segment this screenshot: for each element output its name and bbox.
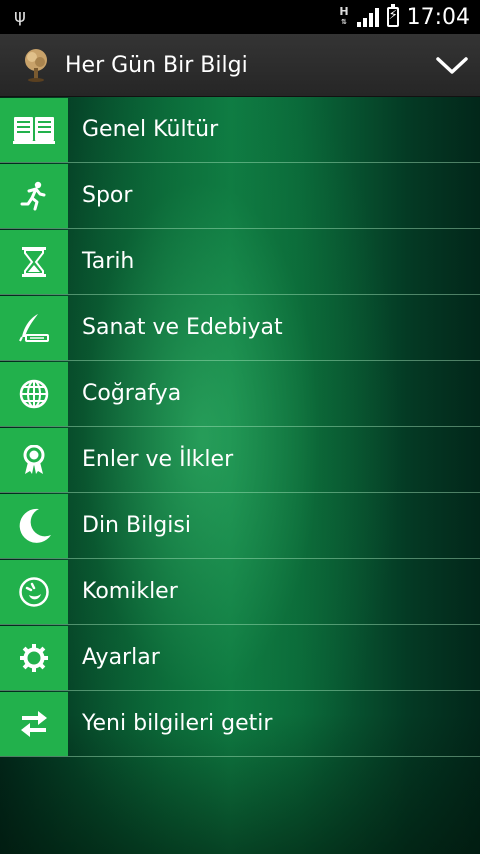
action-bar: Her Gün Bir Bilgi bbox=[0, 34, 480, 97]
menu-item-label: Yeni bilgileri getir bbox=[82, 711, 273, 736]
battery-icon: ⚡ bbox=[386, 4, 399, 27]
swap-arrows-icon bbox=[0, 691, 68, 756]
menu-item-din-bilgisi[interactable]: Din Bilgisi bbox=[0, 493, 480, 559]
menu-item-label: Spor bbox=[82, 183, 133, 208]
menu-item-enler-ve-ilkler[interactable]: Enler ve İlkler bbox=[0, 427, 480, 493]
gear-icon bbox=[0, 625, 68, 690]
tree-icon[interactable] bbox=[22, 48, 50, 82]
runner-icon bbox=[0, 163, 68, 228]
menu-item-ayarlar[interactable]: Ayarlar bbox=[0, 625, 480, 691]
clock: 17:04 bbox=[406, 4, 470, 30]
menu-item-label: Coğrafya bbox=[82, 381, 182, 406]
menu-item-yeni-bilgileri-getir[interactable]: Yeni bilgileri getir bbox=[0, 691, 480, 757]
menu-item-label: Komikler bbox=[82, 579, 178, 604]
quill-icon bbox=[0, 295, 68, 360]
signal-icon bbox=[356, 7, 379, 27]
hourglass-icon bbox=[0, 229, 68, 294]
menu-item-label: Ayarlar bbox=[82, 645, 160, 670]
menu-item-label: Tarih bbox=[82, 249, 135, 274]
menu-item-label: Genel Kültür bbox=[82, 117, 219, 142]
usb-icon: ψ bbox=[14, 6, 26, 27]
menu-item-genel-kultur[interactable]: Genel Kültür bbox=[0, 97, 480, 163]
status-bar: ψ H ⇅ ⚡ 17:04 bbox=[0, 0, 480, 34]
menu-item-cografya[interactable]: Coğrafya bbox=[0, 361, 480, 427]
award-icon bbox=[0, 427, 68, 492]
menu-item-sanat-ve-edebiyat[interactable]: Sanat ve Edebiyat bbox=[0, 295, 480, 361]
menu-item-label: Din Bilgisi bbox=[82, 513, 191, 538]
menu-item-label: Enler ve İlkler bbox=[82, 447, 234, 472]
menu-item-komikler[interactable]: Komikler bbox=[0, 559, 480, 625]
network-type-indicator: H ⇅ bbox=[339, 5, 349, 26]
app-title: Her Gün Bir Bilgi bbox=[65, 53, 248, 78]
menu-item-tarih[interactable]: Tarih bbox=[0, 229, 480, 295]
globe-icon bbox=[0, 361, 68, 426]
menu-item-spor[interactable]: Spor bbox=[0, 163, 480, 229]
category-menu: Genel Kültür Spor Tarih Sanat ve Edebiya… bbox=[0, 97, 480, 757]
menu-item-label: Sanat ve Edebiyat bbox=[82, 315, 283, 340]
chevron-down-icon[interactable] bbox=[434, 48, 470, 84]
laugh-icon bbox=[0, 559, 68, 624]
book-icon bbox=[0, 97, 68, 162]
crescent-icon bbox=[0, 493, 68, 558]
